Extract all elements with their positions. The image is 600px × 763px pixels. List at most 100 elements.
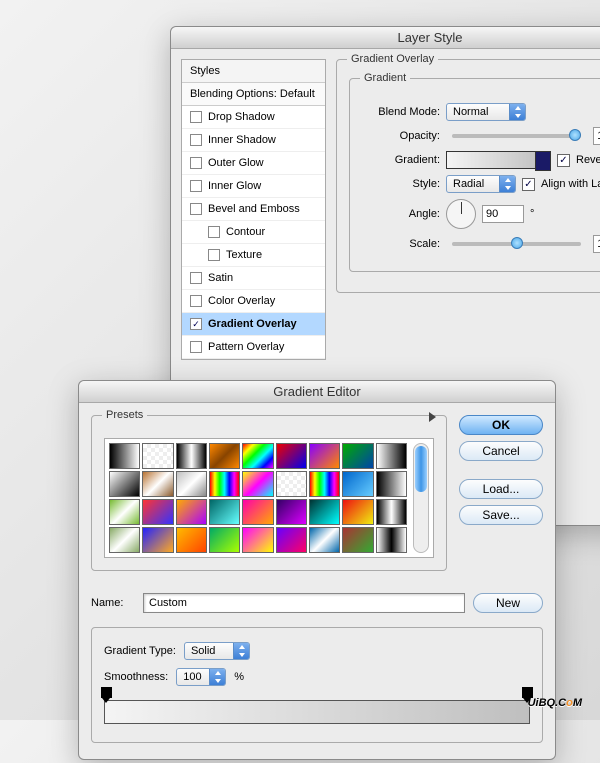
style-item-outer-glow[interactable]: Outer Glow — [182, 152, 325, 175]
style-checkbox[interactable] — [208, 226, 220, 238]
preset-swatch[interactable] — [276, 443, 307, 469]
preset-swatch[interactable] — [376, 443, 407, 469]
style-checkbox[interactable] — [190, 341, 202, 353]
preset-swatch[interactable] — [276, 471, 307, 497]
style-checkbox[interactable] — [190, 111, 202, 123]
style-item-gradient-overlay[interactable]: Gradient Overlay — [182, 313, 325, 336]
style-checkbox[interactable] — [190, 180, 202, 192]
preset-swatch[interactable] — [209, 527, 240, 553]
style-item-satin[interactable]: Satin — [182, 267, 325, 290]
style-item-pattern-overlay[interactable]: Pattern Overlay — [182, 336, 325, 359]
blending-options-row[interactable]: Blending Options: Default — [182, 83, 325, 106]
smoothness-label: Smoothness: — [104, 671, 168, 683]
styles-header[interactable]: Styles — [182, 60, 325, 83]
name-input[interactable] — [143, 593, 465, 613]
style-item-label: Color Overlay — [208, 295, 275, 307]
style-checkbox[interactable] — [190, 203, 202, 215]
preset-swatch[interactable] — [376, 527, 407, 553]
gradient-bar[interactable] — [104, 700, 530, 724]
preset-swatch[interactable] — [209, 499, 240, 525]
preset-swatch[interactable] — [342, 471, 373, 497]
align-checkbox[interactable] — [522, 178, 535, 191]
presets-scrollbar[interactable] — [413, 443, 429, 553]
angle-input[interactable]: 90 — [482, 205, 524, 223]
preset-swatch[interactable] — [309, 499, 340, 525]
preset-swatch[interactable] — [209, 471, 240, 497]
preset-swatch[interactable] — [309, 443, 340, 469]
style-checkbox[interactable] — [190, 272, 202, 284]
preset-swatch[interactable] — [276, 527, 307, 553]
preset-swatch[interactable] — [176, 443, 207, 469]
style-label: Style: — [362, 178, 440, 190]
style-item-label: Satin — [208, 272, 233, 284]
preset-swatch[interactable] — [109, 471, 140, 497]
style-checkbox[interactable] — [208, 249, 220, 261]
preset-swatch[interactable] — [176, 499, 207, 525]
style-item-label: Contour — [226, 226, 265, 238]
style-item-label: Texture — [226, 249, 262, 261]
preset-swatch[interactable] — [342, 499, 373, 525]
degree-label: ° — [530, 208, 534, 220]
ok-button[interactable]: OK — [459, 415, 543, 435]
preset-swatch[interactable] — [142, 471, 173, 497]
style-item-label: Outer Glow — [208, 157, 264, 169]
reverse-label: Reverse — [576, 154, 600, 166]
style-checkbox[interactable] — [190, 295, 202, 307]
opacity-input[interactable]: 100 — [593, 127, 600, 145]
style-item-bevel-and-emboss[interactable]: Bevel and Emboss — [182, 198, 325, 221]
style-checkbox[interactable] — [190, 318, 202, 330]
style-item-inner-shadow[interactable]: Inner Shadow — [182, 129, 325, 152]
cancel-button[interactable]: Cancel — [459, 441, 543, 461]
preset-swatch[interactable] — [109, 527, 140, 553]
load-button[interactable]: Load... — [459, 479, 543, 499]
preset-swatch[interactable] — [342, 443, 373, 469]
preset-swatch[interactable] — [142, 527, 173, 553]
smoothness-input[interactable]: 100 — [176, 668, 226, 686]
align-label: Align with Layer — [541, 178, 600, 190]
preset-swatch[interactable] — [109, 443, 140, 469]
preset-swatch[interactable] — [242, 499, 273, 525]
presets-menu-icon[interactable] — [429, 412, 436, 422]
preset-swatch[interactable] — [376, 471, 407, 497]
angle-dial[interactable] — [446, 199, 476, 229]
style-item-drop-shadow[interactable]: Drop Shadow — [182, 106, 325, 129]
style-item-texture[interactable]: Texture — [182, 244, 325, 267]
style-checkbox[interactable] — [190, 157, 202, 169]
blend-mode-select[interactable]: Normal — [446, 103, 526, 121]
preset-swatch[interactable] — [376, 499, 407, 525]
preset-swatch[interactable] — [342, 527, 373, 553]
preset-swatch[interactable] — [242, 527, 273, 553]
preset-swatch[interactable] — [242, 471, 273, 497]
gradient-subgroup-label: Gradient — [360, 72, 410, 84]
gradient-type-select[interactable]: Solid — [184, 642, 250, 660]
scale-input[interactable]: 100 — [593, 235, 600, 253]
style-item-label: Pattern Overlay — [208, 341, 284, 353]
preset-swatch[interactable] — [242, 443, 273, 469]
scale-slider[interactable] — [452, 242, 581, 246]
gradient-swatch[interactable] — [446, 151, 551, 169]
preset-swatch[interactable] — [142, 443, 173, 469]
preset-swatch[interactable] — [176, 527, 207, 553]
preset-swatch[interactable] — [276, 499, 307, 525]
reverse-checkbox[interactable] — [557, 154, 570, 167]
watermark: UiBQ.CoM — [528, 686, 582, 712]
opacity-slider[interactable] — [452, 134, 581, 138]
opacity-stop-left[interactable] — [101, 687, 112, 698]
preset-swatch[interactable] — [176, 471, 207, 497]
style-item-contour[interactable]: Contour — [182, 221, 325, 244]
style-item-color-overlay[interactable]: Color Overlay — [182, 290, 325, 313]
style-select[interactable]: Radial — [446, 175, 516, 193]
save-button[interactable]: Save... — [459, 505, 543, 525]
scale-label: Scale: — [362, 238, 440, 250]
new-button[interactable]: New — [473, 593, 543, 613]
gradient-editor-titlebar[interactable]: Gradient Editor — [79, 381, 555, 403]
preset-swatch[interactable] — [142, 499, 173, 525]
preset-swatch[interactable] — [209, 443, 240, 469]
style-checkbox[interactable] — [190, 134, 202, 146]
style-item-inner-glow[interactable]: Inner Glow — [182, 175, 325, 198]
layer-style-titlebar[interactable]: Layer Style — [171, 27, 600, 49]
preset-swatch[interactable] — [109, 499, 140, 525]
preset-swatch[interactable] — [309, 471, 340, 497]
percent-label-3: % — [234, 671, 244, 683]
preset-swatch[interactable] — [309, 527, 340, 553]
